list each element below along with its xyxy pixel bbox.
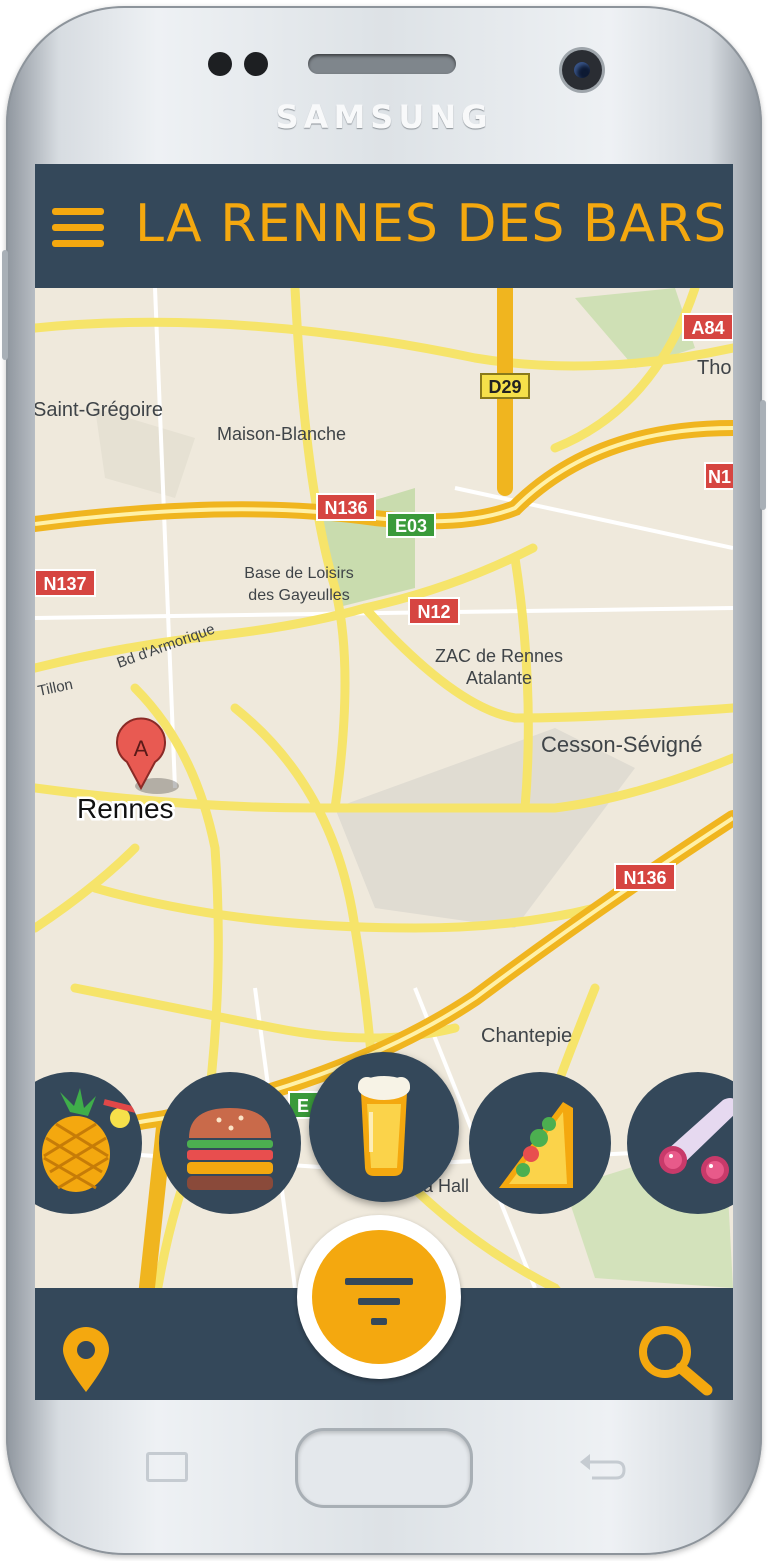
power-button <box>760 400 766 510</box>
svg-text:E: E <box>297 1096 309 1116</box>
burger-icon <box>187 1108 273 1190</box>
svg-text:N1: N1 <box>708 467 731 487</box>
svg-text:N12: N12 <box>417 602 450 622</box>
recent-apps-key[interactable] <box>140 1452 188 1482</box>
beer-icon <box>358 1076 410 1176</box>
road-shield: N137 <box>35 569 96 597</box>
svg-text:A84: A84 <box>691 318 724 338</box>
front-camera <box>562 50 602 90</box>
map-label: Base de Loisirs <box>244 565 353 582</box>
road-shield: E03 <box>386 512 436 538</box>
road-shield: N136 <box>614 863 676 891</box>
map-label: Cesson-Sévigné <box>541 732 702 757</box>
location-pin-icon[interactable] <box>57 1324 115 1394</box>
app-header: LA RENNES DES BARS <box>35 164 733 288</box>
road-shield: N12 <box>408 597 460 625</box>
map-label: Maison-Blanche <box>217 424 346 444</box>
road-shield: D29 <box>480 373 530 399</box>
city-label-rennes: Rennes <box>77 793 174 824</box>
earpiece-speaker <box>308 54 456 74</box>
sandwich-icon <box>499 1102 573 1188</box>
sensor-dot <box>244 52 268 76</box>
svg-text:N136: N136 <box>324 498 367 518</box>
filter-button[interactable] <box>297 1215 461 1379</box>
category-sandwich[interactable] <box>469 1072 611 1214</box>
map-label: ZAC de Rennes <box>435 646 563 666</box>
road-shield: N136 <box>316 493 376 521</box>
menu-icon[interactable] <box>52 208 104 248</box>
map-label: Saint-Grégoire <box>35 399 163 421</box>
map-label: Tho <box>697 357 731 379</box>
app-screen: LA RENNES DES BARS N136 E03 N137 N12 D29… <box>35 164 733 1400</box>
road-shield: A84 <box>682 313 733 341</box>
home-button[interactable] <box>298 1431 470 1505</box>
svg-text:D29: D29 <box>488 377 521 397</box>
map-label: Atalante <box>466 668 532 688</box>
app-title: LA RENNES DES BARS <box>135 194 728 254</box>
sensor-dot <box>208 52 232 76</box>
svg-text:E03: E03 <box>395 516 427 536</box>
volume-button <box>2 250 8 360</box>
road-shield: N1 <box>704 462 733 490</box>
category-beer[interactable] <box>309 1052 459 1202</box>
svg-text:A: A <box>134 736 149 761</box>
svg-text:N136: N136 <box>623 868 666 888</box>
back-key-icon[interactable] <box>576 1450 628 1484</box>
svg-text:N137: N137 <box>43 574 86 594</box>
map-label: Chantepie <box>481 1025 572 1047</box>
device-brand: SAMSUNG <box>275 98 493 136</box>
category-burger[interactable] <box>159 1072 301 1214</box>
filter-icon <box>345 1278 413 1325</box>
map-label: des Gayeulles <box>248 587 349 604</box>
search-icon[interactable] <box>635 1322 715 1396</box>
